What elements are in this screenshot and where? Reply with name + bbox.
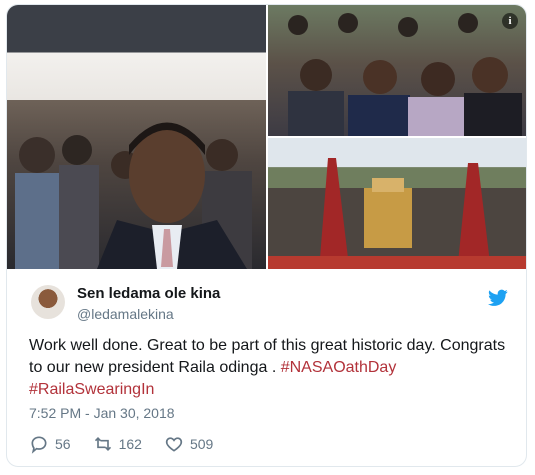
retweet-count: 162: [118, 436, 142, 452]
tweet-actions: 56 162 509: [29, 433, 235, 455]
retweet-icon: [94, 436, 111, 452]
twitter-bird-icon[interactable]: [488, 289, 508, 307]
photo-group-illustration: [288, 13, 522, 136]
heart-icon: [165, 437, 183, 452]
like-button[interactable]: 509: [164, 434, 213, 454]
user-display-name[interactable]: Sen ledama ole kina: [77, 285, 220, 302]
like-count: 509: [189, 436, 214, 452]
retweet-button[interactable]: 162: [93, 434, 142, 454]
photo-rally[interactable]: [268, 138, 526, 269]
reply-button[interactable]: 56: [29, 434, 71, 454]
avatar[interactable]: [31, 285, 65, 319]
tweet-card[interactable]: i Sen ledama ole kina @ledamalekina Work…: [6, 4, 527, 467]
tweet-media-grid[interactable]: i: [7, 5, 526, 269]
tweet-body: Work well done. Great to be part of this…: [29, 337, 506, 376]
info-icon[interactable]: i: [502, 13, 518, 29]
hashtag-nasaoathday[interactable]: #NASAOathDay: [281, 359, 397, 376]
tweet-timestamp[interactable]: 7:52 PM - Jan 30, 2018: [29, 405, 175, 421]
photo-selfie[interactable]: [7, 5, 266, 269]
tweet-header: Sen ledama ole kina @ledamalekina: [19, 281, 514, 325]
photo-rally-illustration: [268, 158, 526, 269]
reply-icon: [31, 436, 47, 454]
photo-group[interactable]: i: [268, 5, 526, 136]
hashtag-railaswearingin[interactable]: #RailaSwearingIn: [29, 381, 154, 398]
photo-selfie-illustration: [15, 122, 252, 269]
tweet-text: Work well done. Great to be part of this…: [29, 335, 514, 401]
reply-count: 56: [55, 436, 71, 452]
user-handle[interactable]: @ledamalekina: [77, 306, 174, 322]
